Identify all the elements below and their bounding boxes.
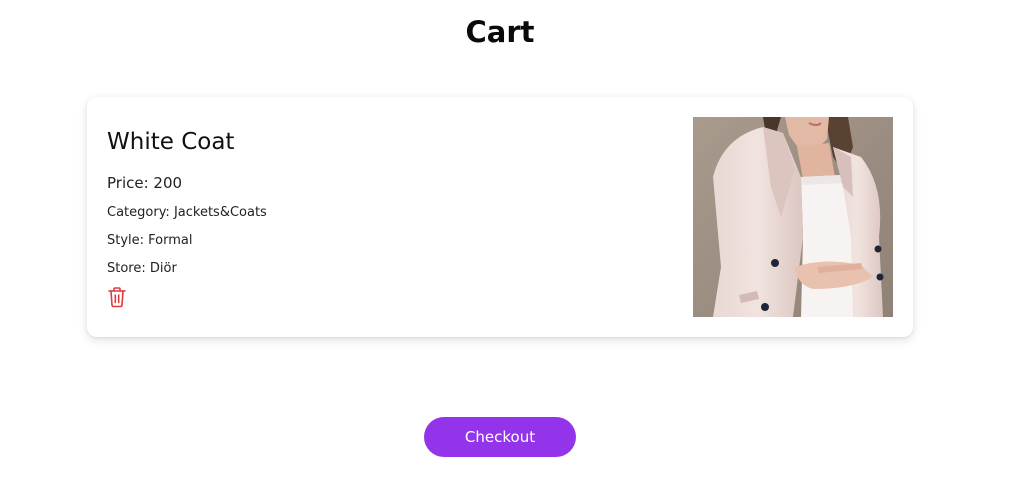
product-image bbox=[693, 117, 893, 317]
trash-icon[interactable] bbox=[107, 286, 127, 308]
checkout-button[interactable]: Checkout bbox=[424, 417, 576, 457]
item-price: Price: 200 bbox=[107, 174, 183, 192]
item-name: White Coat bbox=[107, 129, 235, 155]
item-store: Store: Diör bbox=[107, 261, 177, 276]
page-title: Cart bbox=[465, 15, 535, 49]
cart-item-card: White Coat Price: 200 Category: Jackets&… bbox=[87, 97, 913, 337]
item-style: Style: Formal bbox=[107, 233, 193, 248]
item-category: Category: Jackets&Coats bbox=[107, 205, 267, 220]
